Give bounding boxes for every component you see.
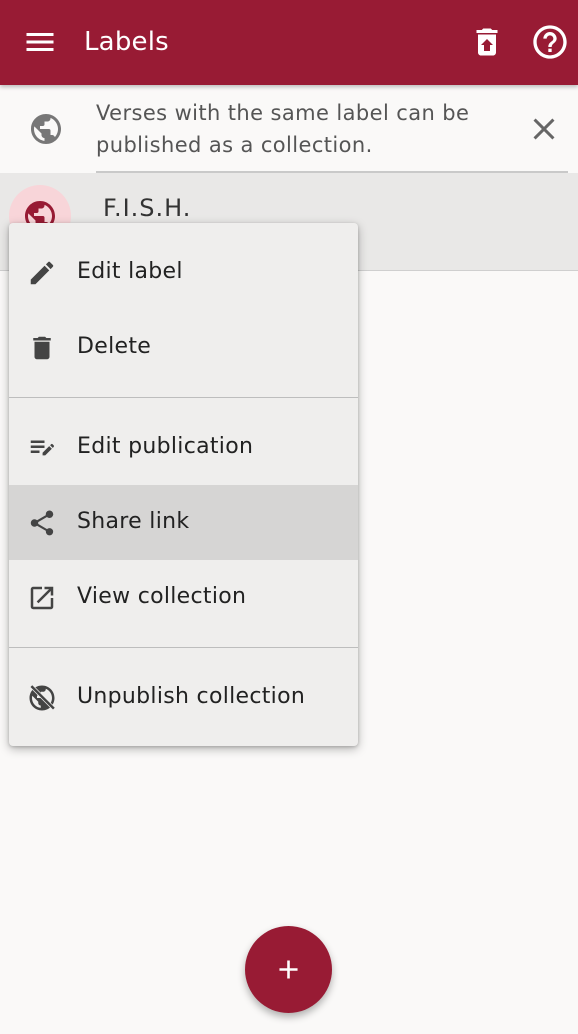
share-icon xyxy=(27,508,57,538)
menu-item-label: Share link xyxy=(77,509,190,534)
menu-item-view-collection[interactable]: View collection xyxy=(9,560,358,635)
divider xyxy=(9,647,358,648)
globe-off-icon xyxy=(27,683,57,713)
menu-item-edit-publication[interactable]: Edit publication xyxy=(9,410,358,485)
pencil-icon xyxy=(27,258,57,288)
menu-item-label: Delete xyxy=(77,334,152,359)
menu-item-unpublish-collection[interactable]: Unpublish collection xyxy=(9,660,358,735)
menu-item-edit-label[interactable]: Edit label xyxy=(9,235,358,310)
close-icon[interactable] xyxy=(526,111,562,147)
menu-item-delete[interactable]: Delete xyxy=(9,310,358,385)
banner-message: Verses with the same label can be publis… xyxy=(96,101,470,157)
menu-item-label: View collection xyxy=(77,584,247,609)
plus-icon xyxy=(273,954,304,985)
help-icon[interactable] xyxy=(530,22,570,62)
info-banner: Verses with the same label can be publis… xyxy=(0,85,578,173)
app-bar: Labels xyxy=(0,0,578,85)
edit-list-icon xyxy=(27,433,57,463)
globe-icon xyxy=(28,111,64,147)
context-menu: Edit label Delete Edit publication Share… xyxy=(9,223,358,746)
menu-item-label: Edit publication xyxy=(77,434,254,459)
trash-icon xyxy=(27,333,57,363)
menu-item-share-link[interactable]: Share link xyxy=(9,485,358,560)
archive-upload-icon[interactable] xyxy=(469,24,505,60)
menu-icon[interactable] xyxy=(22,24,58,60)
divider xyxy=(9,397,358,398)
menu-item-label: Edit label xyxy=(77,259,183,284)
page-title: Labels xyxy=(84,27,169,57)
label-name: F.I.S.H. xyxy=(103,194,192,222)
open-external-icon xyxy=(27,583,57,613)
menu-item-label: Unpublish collection xyxy=(77,684,306,709)
add-label-button[interactable] xyxy=(245,926,332,1013)
